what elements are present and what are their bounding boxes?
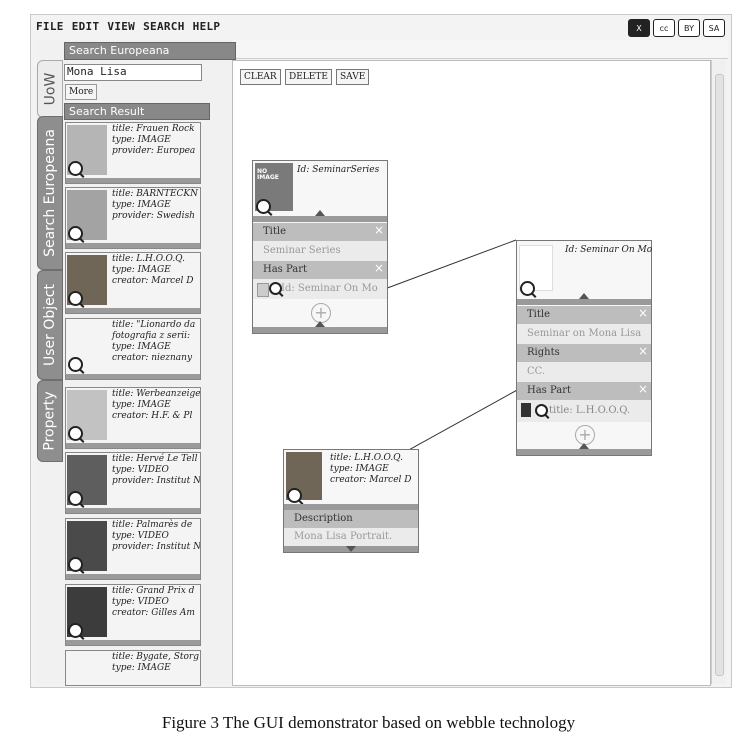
title-value[interactable]: Seminar on Mona Lisa xyxy=(517,324,651,344)
haspart-value: Id: Seminar On Mo xyxy=(281,283,378,294)
card-id: Id: Seminar On Mo xyxy=(565,245,653,255)
rights-value[interactable]: CC. xyxy=(517,362,651,382)
title-value[interactable]: Seminar Series xyxy=(253,241,387,261)
zoom-icon[interactable] xyxy=(269,282,282,295)
zoom-icon[interactable] xyxy=(256,199,271,214)
collapse-icon[interactable] xyxy=(315,321,325,327)
haspart-value: title: L.H.O.O.Q. xyxy=(549,405,631,416)
collapse-icon[interactable] xyxy=(579,293,589,299)
zoom-icon[interactable] xyxy=(287,488,302,503)
title-label: Title xyxy=(263,226,287,237)
haspart-label: Has Part xyxy=(527,385,572,396)
rights-label: Rights xyxy=(527,347,560,358)
close-icon[interactable]: × xyxy=(374,221,384,239)
add-icon[interactable]: + xyxy=(575,425,595,445)
close-icon[interactable]: × xyxy=(638,304,648,322)
close-icon[interactable]: × xyxy=(638,380,648,398)
zoom-icon[interactable] xyxy=(520,281,535,296)
close-icon[interactable]: × xyxy=(638,342,648,360)
webble-card-seminar-on-mona-lisa[interactable]: Id: Seminar On Mo Title × Seminar on Mona… xyxy=(516,240,652,456)
image-icon xyxy=(521,403,531,417)
webble-card-seminar-series[interactable]: NO IMAGE Id: SeminarSeries Title × Semina… xyxy=(252,160,388,334)
webble-card-lhooq[interactable]: title: L.H.O.O.Q. type: IMAGE creator: Mar… xyxy=(283,449,419,553)
description-value[interactable]: Mona Lisa Portrait. xyxy=(284,528,418,546)
collapse-icon[interactable] xyxy=(315,210,325,216)
expand-icon[interactable] xyxy=(346,546,356,552)
document-icon xyxy=(257,283,269,297)
add-icon[interactable]: + xyxy=(311,303,331,323)
card-id: Id: SeminarSeries xyxy=(297,165,380,175)
haspart-label: Has Part xyxy=(263,264,308,275)
close-icon[interactable]: × xyxy=(374,259,384,277)
zoom-icon[interactable] xyxy=(535,404,548,417)
title-label: Title xyxy=(527,309,551,320)
collapse-icon[interactable] xyxy=(579,443,589,449)
description-label: Description xyxy=(284,510,418,528)
figure-caption: Figure 3 The GUI demonstrator based on w… xyxy=(161,713,576,732)
